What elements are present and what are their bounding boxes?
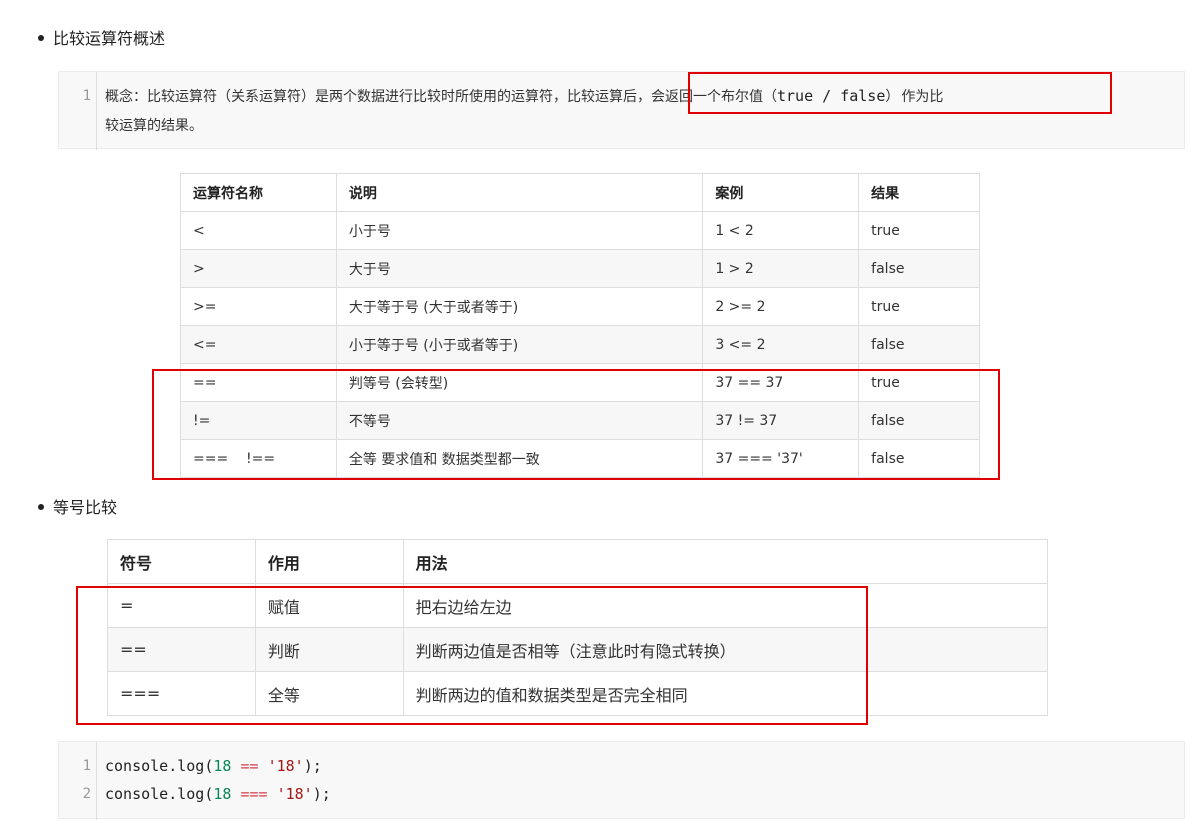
line-number: 1 [82,88,91,104]
concept-prefix: 概念：比较运算符（关系运算符）是两个数据进行比较时所使用的运算符， [105,89,567,105]
table-cell: 3 <= 2 [702,325,860,364]
table-cell: false [858,401,980,440]
table-cell: true [858,211,980,250]
table-cell: 判断两边值是否相等（注意此时有隐式转换） [402,627,1049,672]
code-example-block: 1 console.log(18 == '18'); 2 console.log… [58,741,1185,820]
line-number: 2 [82,786,91,802]
table-row: === 全等 判断两边的值和数据类型是否完全相同 [107,671,1049,716]
table-cell: true [858,287,980,326]
table-cell: false [858,325,980,364]
table-cell: 判等号 (会转型) [335,363,704,402]
code-string: '18' [276,785,313,803]
table-cell: 小于号 [335,211,704,250]
concept-text-line2: 较运算的结果。 [105,118,203,134]
code-number: 18 [213,785,232,803]
table-cell: 判断 [254,627,404,672]
table-cell: 37 != 37 [702,401,860,440]
code-close: ); [303,757,322,775]
table-cell: = [107,583,256,628]
table-header-cell: 符号 [107,539,256,584]
code-line: 2 console.log(18 === '18'); [59,782,1184,806]
line-number: 1 [82,758,91,774]
code-text: console.log(18 === '18'); [105,782,331,806]
table-cell: 1 > 2 [702,249,860,288]
table-row: == 判等号 (会转型) 37 == 37 true [180,363,980,402]
equality-operators-table: 符号 作用 用法 = 赋值 把右边给左边 == 判断 判断两边值是否相等（注意此… [107,539,1049,716]
table-cell: 大于号 [335,249,704,288]
table-header-cell: 作用 [254,539,404,584]
bullet-text: 比较运算符概述 [53,29,166,48]
table-cell: 全等 [254,671,404,716]
table-cell: == [180,363,337,402]
code-line-wrap: 较运算的结果。 [59,114,1184,138]
table-row: < 小于号 1 < 2 true [180,211,980,250]
code-text: console.log(18 == '18'); [105,754,322,778]
table-cell: false [858,249,980,288]
code-line: 1 console.log(18 == '18'); [59,754,1184,778]
concept-code: true / false [777,87,886,105]
table-row: >= 大于等于号 (大于或者等于) 2 >= 2 true [180,287,980,326]
table-header-cell: 用法 [402,539,1049,584]
concept-close-paren: ） [885,89,900,105]
code-line: 1 概念：比较运算符（关系运算符）是两个数据进行比较时所使用的运算符，比较运算后… [59,84,1184,108]
table-cell: 37 === '37' [702,439,860,478]
table-cell: 判断两边的值和数据类型是否完全相同 [402,671,1049,716]
table-row: <= 小于等于号 (小于或者等于) 3 <= 2 false [180,325,980,364]
code-operator: == [231,757,268,775]
bullet-dot [38,503,44,510]
bullet-text: 等号比较 [53,498,118,517]
concept-text-line1: 概念：比较运算符（关系运算符）是两个数据进行比较时所使用的运算符，比较运算后，会… [105,84,943,109]
table-cell: false [858,439,980,478]
table-cell: 1 < 2 [702,211,860,250]
table-cell: >= [180,287,337,326]
table-header-cell: 结果 [858,173,980,212]
table-cell: 大于等于号 (大于或者等于) [335,287,704,326]
table-cell: <= [180,325,337,364]
table-row: > 大于号 1 > 2 false [180,249,980,288]
table-cell: 赋值 [254,583,404,628]
table-cell: 全等 要求值和 数据类型都一致 [335,439,704,478]
table-cell: != [180,401,337,440]
table-header-cell: 运算符名称 [180,173,337,212]
code-number: 18 [213,757,232,775]
table-row: = 赋值 把右边给左边 [107,583,1049,628]
table-cell: == [107,627,256,672]
code-close: ); [312,785,331,803]
table-cell: 小于等于号 (小于或者等于) [335,325,704,364]
table-cell: 把右边给左边 [402,583,1049,628]
table-cell: === [107,671,256,716]
comparison-operators-table: 运算符名称 说明 案例 结果 < 小于号 1 < 2 true > 大于号 1 … [180,173,980,478]
table-cell: 不等号 [335,401,704,440]
code-call: console.log( [105,757,214,775]
code-string: '18' [267,757,304,775]
table-cell: > [180,249,337,288]
table-cell: === !== [180,439,337,478]
table-header-cell: 说明 [335,173,704,212]
bullet-comparison-overview: 比较运算符概述 [38,28,165,50]
code-call: console.log( [105,785,214,803]
table-cell: 2 >= 2 [702,287,860,326]
table-cell: true [858,363,980,402]
table-header-cell: 案例 [702,173,860,212]
table-cell: 37 == 37 [702,363,860,402]
bullet-equality-comparison: 等号比较 [38,497,117,519]
table-cell: < [180,211,337,250]
table-row: === !== 全等 要求值和 数据类型都一致 37 === '37' fals… [180,439,980,478]
bullet-dot [38,34,44,41]
table-header-row: 运算符名称 说明 案例 结果 [180,173,980,212]
table-header-row: 符号 作用 用法 [107,539,1049,584]
concept-suffix: 作为比 [901,89,944,105]
concept-highlight: 比较运算后，会返回一个布尔值（ [567,89,777,105]
concept-code-block: 1 概念：比较运算符（关系运算符）是两个数据进行比较时所使用的运算符，比较运算后… [58,71,1185,150]
table-row: != 不等号 37 != 37 false [180,401,980,440]
table-row: == 判断 判断两边值是否相等（注意此时有隐式转换） [107,627,1049,672]
code-operator: === [231,785,277,803]
